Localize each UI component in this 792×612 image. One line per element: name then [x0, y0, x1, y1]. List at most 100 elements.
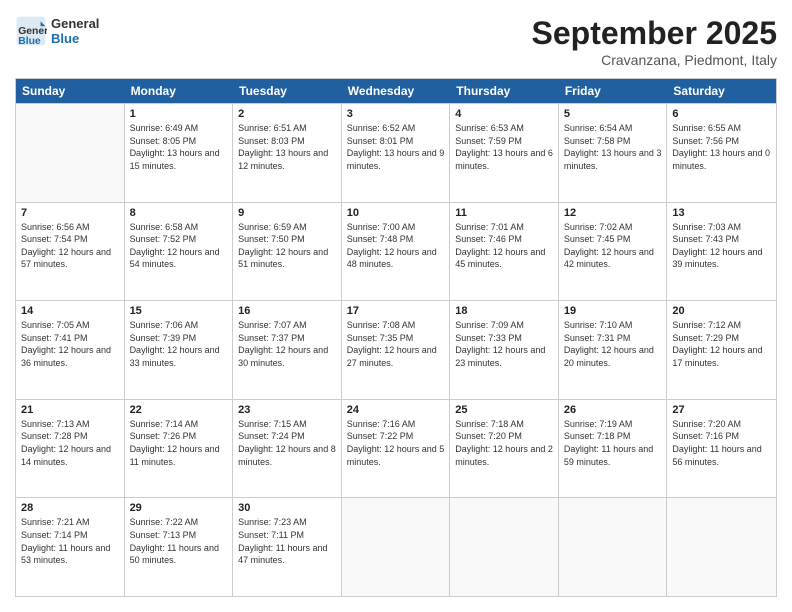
calendar-cell: 14 Sunrise: 7:05 AMSunset: 7:41 PMDaylig…: [16, 301, 125, 399]
day-info: Sunrise: 7:00 AMSunset: 7:48 PMDaylight:…: [347, 221, 445, 271]
page: General Blue General Blue September 2025…: [0, 0, 792, 612]
day-info: Sunrise: 6:55 AMSunset: 7:56 PMDaylight:…: [672, 122, 771, 172]
calendar-cell: 26 Sunrise: 7:19 AMSunset: 7:18 PMDaylig…: [559, 400, 668, 498]
day-number: 8: [130, 207, 228, 219]
calendar-cell: 17 Sunrise: 7:08 AMSunset: 7:35 PMDaylig…: [342, 301, 451, 399]
header-monday: Monday: [125, 79, 234, 103]
day-number: 21: [21, 404, 119, 416]
calendar-week-1: 1 Sunrise: 6:49 AMSunset: 8:05 PMDayligh…: [16, 103, 776, 202]
calendar-cell: 24 Sunrise: 7:16 AMSunset: 7:22 PMDaylig…: [342, 400, 451, 498]
day-number: 18: [455, 305, 553, 317]
calendar-cell: 27 Sunrise: 7:20 AMSunset: 7:16 PMDaylig…: [667, 400, 776, 498]
day-info: Sunrise: 6:56 AMSunset: 7:54 PMDaylight:…: [21, 221, 119, 271]
month-title: September 2025: [532, 15, 777, 52]
calendar-cell: 7 Sunrise: 6:56 AMSunset: 7:54 PMDayligh…: [16, 203, 125, 301]
day-number: 14: [21, 305, 119, 317]
calendar-cell: 9 Sunrise: 6:59 AMSunset: 7:50 PMDayligh…: [233, 203, 342, 301]
header-friday: Friday: [559, 79, 668, 103]
calendar-cell: 30 Sunrise: 7:23 AMSunset: 7:11 PMDaylig…: [233, 498, 342, 596]
calendar-cell: 11 Sunrise: 7:01 AMSunset: 7:46 PMDaylig…: [450, 203, 559, 301]
day-number: 17: [347, 305, 445, 317]
day-info: Sunrise: 7:21 AMSunset: 7:14 PMDaylight:…: [21, 516, 119, 566]
day-number: 11: [455, 207, 553, 219]
day-info: Sunrise: 7:09 AMSunset: 7:33 PMDaylight:…: [455, 319, 553, 369]
subtitle: Cravanzana, Piedmont, Italy: [532, 52, 777, 68]
day-info: Sunrise: 7:02 AMSunset: 7:45 PMDaylight:…: [564, 221, 662, 271]
day-info: Sunrise: 7:14 AMSunset: 7:26 PMDaylight:…: [130, 418, 228, 468]
calendar-week-3: 14 Sunrise: 7:05 AMSunset: 7:41 PMDaylig…: [16, 300, 776, 399]
day-number: 27: [672, 404, 771, 416]
day-info: Sunrise: 7:18 AMSunset: 7:20 PMDaylight:…: [455, 418, 553, 468]
day-info: Sunrise: 7:07 AMSunset: 7:37 PMDaylight:…: [238, 319, 336, 369]
day-number: 7: [21, 207, 119, 219]
calendar-cell: 3 Sunrise: 6:52 AMSunset: 8:01 PMDayligh…: [342, 104, 451, 202]
day-number: 10: [347, 207, 445, 219]
calendar-week-4: 21 Sunrise: 7:13 AMSunset: 7:28 PMDaylig…: [16, 399, 776, 498]
day-info: Sunrise: 7:22 AMSunset: 7:13 PMDaylight:…: [130, 516, 228, 566]
calendar-cell: [667, 498, 776, 596]
day-number: 19: [564, 305, 662, 317]
day-info: Sunrise: 6:52 AMSunset: 8:01 PMDaylight:…: [347, 122, 445, 172]
day-info: Sunrise: 7:05 AMSunset: 7:41 PMDaylight:…: [21, 319, 119, 369]
calendar-cell: 28 Sunrise: 7:21 AMSunset: 7:14 PMDaylig…: [16, 498, 125, 596]
calendar-cell: 25 Sunrise: 7:18 AMSunset: 7:20 PMDaylig…: [450, 400, 559, 498]
calendar-cell: 5 Sunrise: 6:54 AMSunset: 7:58 PMDayligh…: [559, 104, 668, 202]
header-thursday: Thursday: [450, 79, 559, 103]
calendar-cell: 6 Sunrise: 6:55 AMSunset: 7:56 PMDayligh…: [667, 104, 776, 202]
logo-icon: General Blue: [15, 15, 47, 47]
day-number: 26: [564, 404, 662, 416]
logo: General Blue General Blue: [15, 15, 99, 47]
day-info: Sunrise: 7:19 AMSunset: 7:18 PMDaylight:…: [564, 418, 662, 468]
day-number: 25: [455, 404, 553, 416]
day-info: Sunrise: 7:08 AMSunset: 7:35 PMDaylight:…: [347, 319, 445, 369]
calendar-cell: 16 Sunrise: 7:07 AMSunset: 7:37 PMDaylig…: [233, 301, 342, 399]
header: General Blue General Blue September 2025…: [15, 15, 777, 68]
day-info: Sunrise: 7:06 AMSunset: 7:39 PMDaylight:…: [130, 319, 228, 369]
day-info: Sunrise: 6:59 AMSunset: 7:50 PMDaylight:…: [238, 221, 336, 271]
day-number: 4: [455, 108, 553, 120]
title-block: September 2025 Cravanzana, Piedmont, Ita…: [532, 15, 777, 68]
calendar-cell: 8 Sunrise: 6:58 AMSunset: 7:52 PMDayligh…: [125, 203, 234, 301]
calendar-cell: 21 Sunrise: 7:13 AMSunset: 7:28 PMDaylig…: [16, 400, 125, 498]
day-number: 29: [130, 502, 228, 514]
day-number: 12: [564, 207, 662, 219]
day-number: 1: [130, 108, 228, 120]
day-number: 3: [347, 108, 445, 120]
calendar-cell: 18 Sunrise: 7:09 AMSunset: 7:33 PMDaylig…: [450, 301, 559, 399]
logo-general: General: [51, 16, 99, 31]
day-info: Sunrise: 6:49 AMSunset: 8:05 PMDaylight:…: [130, 122, 228, 172]
calendar-cell: 15 Sunrise: 7:06 AMSunset: 7:39 PMDaylig…: [125, 301, 234, 399]
day-info: Sunrise: 7:12 AMSunset: 7:29 PMDaylight:…: [672, 319, 771, 369]
day-number: 24: [347, 404, 445, 416]
day-number: 9: [238, 207, 336, 219]
day-info: Sunrise: 7:16 AMSunset: 7:22 PMDaylight:…: [347, 418, 445, 468]
header-tuesday: Tuesday: [233, 79, 342, 103]
calendar-cell: 1 Sunrise: 6:49 AMSunset: 8:05 PMDayligh…: [125, 104, 234, 202]
svg-text:Blue: Blue: [18, 36, 41, 47]
day-info: Sunrise: 7:01 AMSunset: 7:46 PMDaylight:…: [455, 221, 553, 271]
day-info: Sunrise: 7:13 AMSunset: 7:28 PMDaylight:…: [21, 418, 119, 468]
calendar: Sunday Monday Tuesday Wednesday Thursday…: [15, 78, 777, 597]
calendar-cell: 10 Sunrise: 7:00 AMSunset: 7:48 PMDaylig…: [342, 203, 451, 301]
day-info: Sunrise: 6:51 AMSunset: 8:03 PMDaylight:…: [238, 122, 336, 172]
day-info: Sunrise: 7:20 AMSunset: 7:16 PMDaylight:…: [672, 418, 771, 468]
day-number: 15: [130, 305, 228, 317]
day-info: Sunrise: 6:54 AMSunset: 7:58 PMDaylight:…: [564, 122, 662, 172]
calendar-cell: 2 Sunrise: 6:51 AMSunset: 8:03 PMDayligh…: [233, 104, 342, 202]
day-number: 20: [672, 305, 771, 317]
calendar-cell: 22 Sunrise: 7:14 AMSunset: 7:26 PMDaylig…: [125, 400, 234, 498]
calendar-cell: [450, 498, 559, 596]
day-info: Sunrise: 7:03 AMSunset: 7:43 PMDaylight:…: [672, 221, 771, 271]
calendar-cell: [342, 498, 451, 596]
day-number: 13: [672, 207, 771, 219]
day-info: Sunrise: 6:53 AMSunset: 7:59 PMDaylight:…: [455, 122, 553, 172]
calendar-cell: [559, 498, 668, 596]
day-number: 5: [564, 108, 662, 120]
day-number: 16: [238, 305, 336, 317]
logo-blue: Blue: [51, 31, 99, 46]
calendar-body: 1 Sunrise: 6:49 AMSunset: 8:05 PMDayligh…: [16, 103, 776, 596]
day-number: 28: [21, 502, 119, 514]
day-info: Sunrise: 7:10 AMSunset: 7:31 PMDaylight:…: [564, 319, 662, 369]
calendar-week-2: 7 Sunrise: 6:56 AMSunset: 7:54 PMDayligh…: [16, 202, 776, 301]
header-sunday: Sunday: [16, 79, 125, 103]
